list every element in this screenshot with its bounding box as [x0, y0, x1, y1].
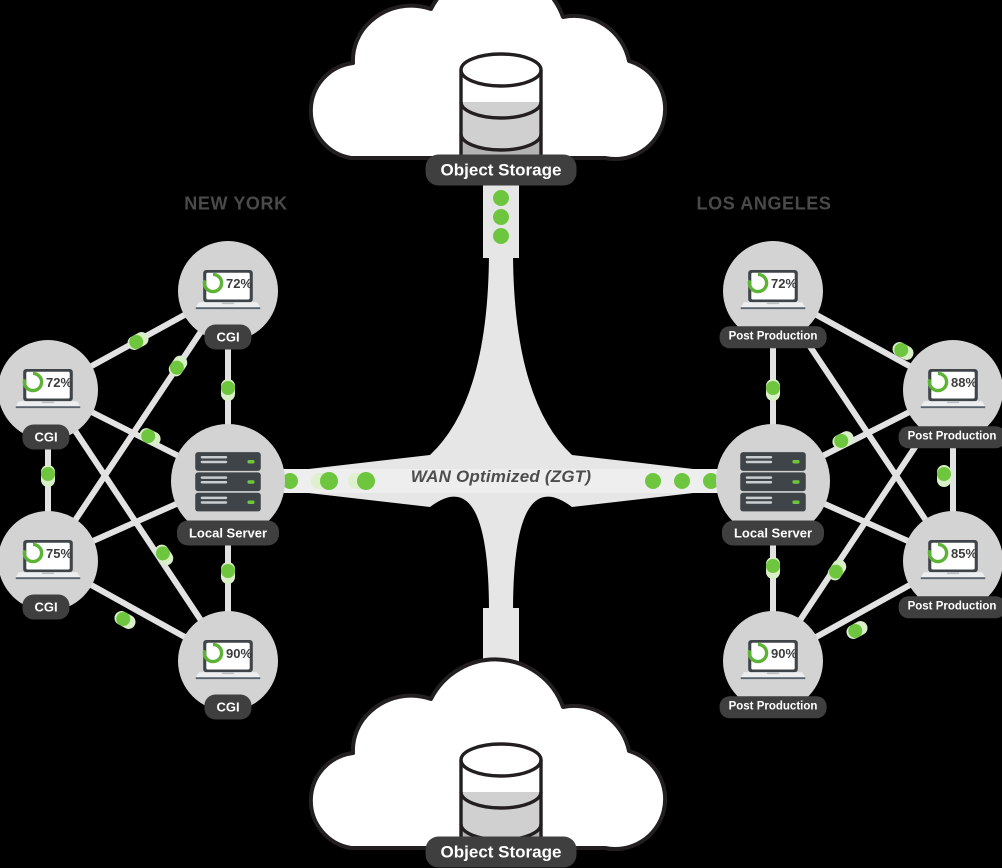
node-label-ny-cgi-top: CGI: [204, 324, 252, 350]
node-label-la-post-lower: Post Production: [898, 596, 1002, 618]
site-title-new-york: NEW YORK: [184, 193, 288, 214]
gauge-value: 85%: [951, 546, 977, 561]
gauge-value: 90%: [226, 646, 252, 661]
site-title-los-angeles: LOS ANGELES: [696, 193, 832, 214]
diagram-canvas: 72% 72% 75% 90% 72% 88% 85% 90%: [0, 0, 1002, 864]
node-label-ny-cgi-lower: CGI: [22, 594, 70, 620]
node-label-ny-cgi-bottom: CGI: [204, 694, 252, 720]
gauge-value: 88%: [951, 375, 977, 390]
node-label-la-post-right: Post Production: [898, 426, 1002, 448]
gauge-value: 75%: [46, 546, 72, 561]
gauge-value: 72%: [226, 276, 252, 291]
wan-link-label: WAN Optimized (ZGT): [410, 467, 592, 486]
node-label-la-post-top: Post Production: [719, 326, 827, 348]
gauge-value: 72%: [771, 276, 797, 291]
cloud-bottom[interactable]: [308, 657, 668, 864]
node-label-ny-cgi-left: CGI: [22, 424, 70, 450]
gauge-value: 72%: [46, 375, 72, 390]
node-label-ny-server: Local Server: [176, 520, 280, 546]
cloud-top-label: Object Storage: [425, 154, 577, 186]
node-la-post-right[interactable]: 88%: [903, 340, 1002, 440]
gauge-value: 90%: [771, 646, 797, 661]
cloud-bottom-label: Object Storage: [425, 836, 577, 868]
wan-backbone: [280, 168, 722, 704]
node-label-la-server: Local Server: [721, 520, 825, 546]
network-diagram: 72% 72% 75% 90% 72% 88% 85% 90% NEW YORK…: [0, 0, 1002, 868]
node-label-la-post-bottom: Post Production: [719, 696, 827, 718]
